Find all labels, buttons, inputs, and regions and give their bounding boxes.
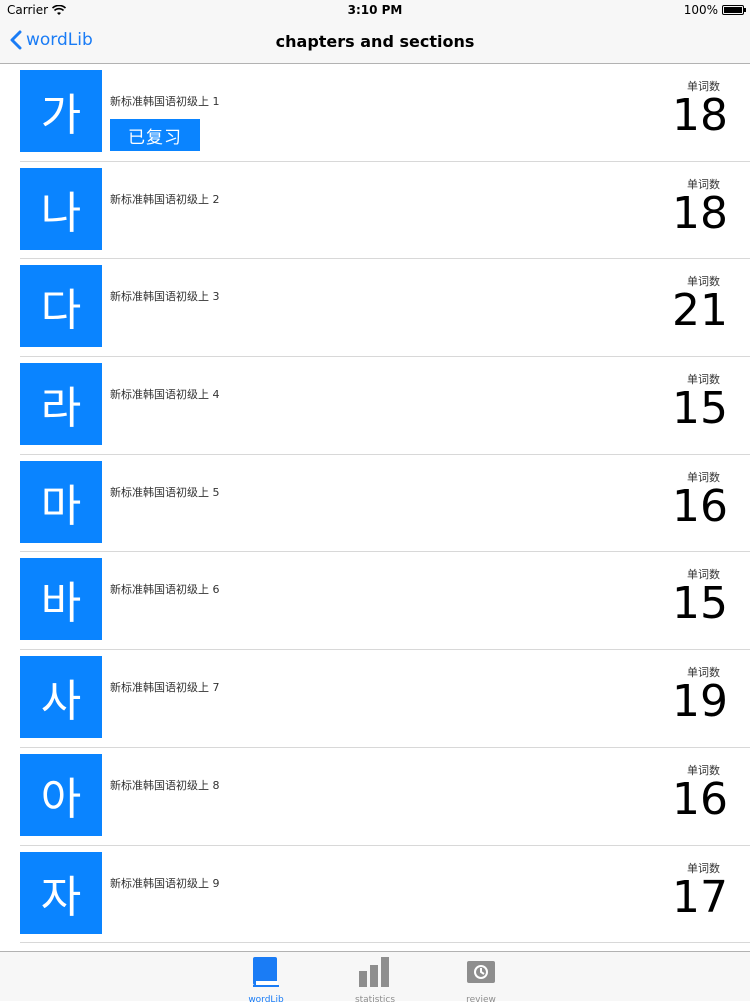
word-count: 19 bbox=[672, 676, 728, 728]
chapter-row[interactable]: 바 新标准韩国语初级上 6 单词数 15 bbox=[20, 552, 750, 651]
chapter-title: 新标准韩国语初级上 8 bbox=[110, 778, 220, 792]
review-icon bbox=[467, 961, 495, 983]
clock: 3:10 PM bbox=[347, 3, 403, 17]
chapter-letter-tile: 라 bbox=[20, 363, 102, 446]
bar-chart-icon bbox=[359, 957, 389, 987]
chapter-title: 新标准韩国语初级上 7 bbox=[110, 681, 220, 695]
word-count: 15 bbox=[672, 383, 728, 435]
chapter-title: 新标准韩国语初级上 9 bbox=[110, 876, 220, 890]
chapter-row[interactable]: 다 新标准韩国语初级上 3 单词数 21 bbox=[20, 259, 750, 358]
chapter-title: 新标准韩国语初级上 2 bbox=[110, 192, 220, 206]
battery-indicator: 100% bbox=[683, 3, 746, 17]
page-title: chapters and sections bbox=[275, 32, 475, 51]
chapter-title: 新标准韩国语初级上 4 bbox=[110, 388, 220, 402]
chapter-letter-tile: 나 bbox=[20, 167, 102, 250]
word-count: 21 bbox=[672, 285, 728, 337]
tab-wordlib-label: wordLib bbox=[248, 995, 284, 1005]
chapter-list: 가 新标准韩国语初级上 1 已复习 单词数 18 나 新标准韩国语初级上 2 单词数 18 다 新标… bbox=[0, 64, 750, 951]
navigation-bar: wordLib chapters and sections bbox=[0, 22, 750, 64]
battery-percent: 100% bbox=[683, 3, 718, 17]
chapter-row[interactable]: 아 新标准韩国语初级上 8 单词数 16 bbox=[20, 748, 750, 846]
carrier-label: Carrier bbox=[7, 3, 49, 17]
chapter-letter-tile: 아 bbox=[20, 753, 102, 836]
battery-icon bbox=[722, 5, 746, 15]
wifi-icon bbox=[52, 4, 67, 15]
chevron-left-icon bbox=[10, 30, 22, 50]
status-bar: Carrier 3:10 PM 100% bbox=[0, 0, 750, 22]
word-count: 18 bbox=[672, 187, 728, 239]
book-icon bbox=[253, 957, 279, 987]
tab-wordlib[interactable]: wordLib bbox=[231, 955, 301, 1005]
back-button-label: wordLib bbox=[26, 30, 93, 50]
chapter-row[interactable]: 사 新标准韩国语初级上 7 单词数 19 bbox=[20, 650, 750, 748]
chapter-title: 新标准韩国语初级上 6 bbox=[110, 583, 220, 597]
word-count: 17 bbox=[672, 871, 728, 923]
chapter-title: 新标准韩国语初级上 1 bbox=[110, 95, 220, 108]
tab-bar: wordLib statistics review bbox=[0, 951, 750, 1005]
chapter-title: 新标准韩国语初级上 3 bbox=[110, 290, 220, 304]
tab-review-label: review bbox=[466, 995, 496, 1005]
chapter-letter-tile: 사 bbox=[20, 656, 102, 739]
reviewed-badge: 已复习 bbox=[110, 119, 200, 151]
chapter-row[interactable]: 가 新标准韩国语初级上 1 已复习 单词数 18 bbox=[20, 64, 750, 162]
chapter-letter-tile: 다 bbox=[20, 265, 102, 348]
carrier-indicator: Carrier bbox=[7, 3, 67, 17]
back-button[interactable]: wordLib bbox=[10, 30, 93, 50]
chapter-letter-tile: 자 bbox=[20, 851, 102, 934]
word-count: 16 bbox=[672, 773, 728, 825]
word-count: 16 bbox=[672, 480, 728, 532]
tab-statistics[interactable]: statistics bbox=[340, 955, 410, 1005]
word-count: 15 bbox=[672, 578, 728, 630]
chapter-letter-tile: 바 bbox=[20, 558, 102, 641]
chapter-letter-tile: 가 bbox=[20, 70, 102, 152]
chapter-row[interactable]: 자 新标准韩国语初级上 9 单词数 17 bbox=[20, 846, 750, 944]
chapter-row[interactable]: 나 新标准韩国语初级上 2 单词数 18 bbox=[20, 162, 750, 260]
chapter-letter-tile: 마 bbox=[20, 460, 102, 543]
chapter-title: 新标准韩国语初级上 5 bbox=[110, 485, 220, 499]
tab-review[interactable]: review bbox=[446, 955, 516, 1005]
tab-statistics-label: statistics bbox=[354, 995, 396, 1005]
chapter-row[interactable]: 라 新标准韩国语初级上 4 单词数 15 bbox=[20, 357, 750, 455]
chapter-row[interactable]: 마 新标准韩国语初级上 5 单词数 16 bbox=[20, 455, 750, 553]
word-count: 18 bbox=[672, 90, 728, 141]
